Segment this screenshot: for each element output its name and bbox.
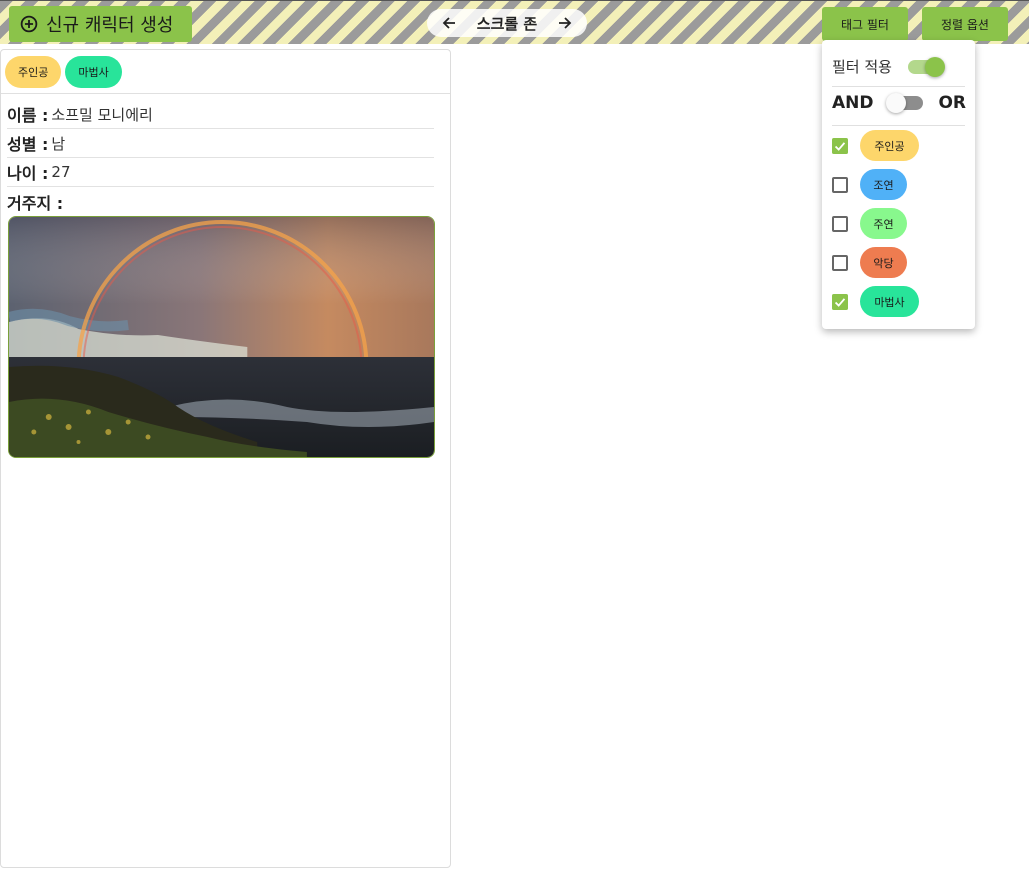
filter-item-villain[interactable]: 악당 [832, 247, 907, 278]
arrow-left-icon[interactable] [441, 15, 457, 31]
tag-filter-label: 태그 필터 [841, 17, 889, 32]
scroll-zone[interactable]: 스크롤 존 [427, 9, 587, 37]
name-row: 이름 : 소프밀 모니에리 [7, 100, 434, 129]
new-character-label: 신규 캐릭터 생성 [46, 15, 174, 36]
tag-chip: 주인공 [5, 55, 62, 88]
residence-label: 거주지 : [7, 193, 64, 213]
tag-chip: 마법사 [65, 55, 122, 88]
tag-chip: 조연 [860, 169, 907, 200]
tag-chip: 주연 [860, 208, 907, 239]
toggle-knob [924, 56, 945, 77]
tag-chip: 주인공 [860, 130, 919, 161]
filter-item-supporting[interactable]: 조연 [832, 169, 907, 200]
filter-apply-toggle[interactable] [907, 56, 945, 77]
scroll-zone-label: 스크롤 존 [476, 14, 538, 33]
tag-filter-panel: 필터 적용 AND OR 주인공 조연 주연 악당 마법사 [822, 40, 975, 329]
filter-apply-label: 필터 적용 [832, 58, 892, 76]
checkbox-checked-icon[interactable] [832, 137, 848, 154]
gender-row: 성별 : 남 [7, 129, 434, 158]
new-character-button[interactable]: 신규 캐릭터 생성 [9, 6, 192, 42]
sort-options-button[interactable]: 정렬 옵션 [922, 7, 1008, 41]
tag-filter-button[interactable]: 태그 필터 [822, 7, 908, 41]
card-tag-list: 주인공 마법사 [1, 50, 450, 94]
filter-item-wizard[interactable]: 마법사 [832, 286, 919, 317]
checkbox-unchecked-icon[interactable] [832, 176, 848, 193]
toggle-knob [885, 93, 906, 113]
residence-row: 거주지 : [7, 187, 434, 216]
gender-value: 남 [51, 134, 66, 153]
checkbox-unchecked-icon[interactable] [832, 254, 848, 271]
filter-apply-row: 필터 적용 [832, 56, 945, 77]
and-or-row: AND OR [832, 93, 966, 113]
name-value: 소프밀 모니에리 [51, 105, 153, 124]
filter-item-lead[interactable]: 주연 [832, 208, 907, 239]
name-label: 이름 : [7, 106, 49, 125]
tag-chip: 마법사 [860, 286, 919, 317]
checkbox-unchecked-icon[interactable] [832, 215, 848, 232]
rainbow-coast-photo [9, 217, 434, 457]
residence-photo [8, 216, 435, 458]
plus-circle-icon [20, 15, 38, 33]
panel-divider [832, 125, 965, 126]
and-label: AND [832, 93, 874, 113]
age-label: 나이 : [7, 164, 49, 183]
age-row: 나이 : 27 [7, 158, 434, 187]
filter-item-protagonist[interactable]: 주인공 [832, 130, 919, 161]
tag-chip: 악당 [860, 247, 907, 278]
top-bar: 신규 캐릭터 생성 스크롤 존 태그 필터 정렬 옵션 [0, 0, 1029, 44]
character-card[interactable]: 주인공 마법사 이름 : 소프밀 모니에리 성별 : 남 나이 : 27 거주지… [0, 49, 451, 868]
and-or-toggle[interactable] [885, 93, 923, 113]
age-value: 27 [51, 163, 71, 181]
arrow-right-icon[interactable] [557, 15, 573, 31]
gender-label: 성별 : [7, 135, 49, 154]
sort-options-label: 정렬 옵션 [941, 17, 989, 32]
panel-divider [832, 86, 965, 87]
or-label: OR [938, 93, 966, 113]
checkbox-checked-icon[interactable] [832, 293, 848, 310]
